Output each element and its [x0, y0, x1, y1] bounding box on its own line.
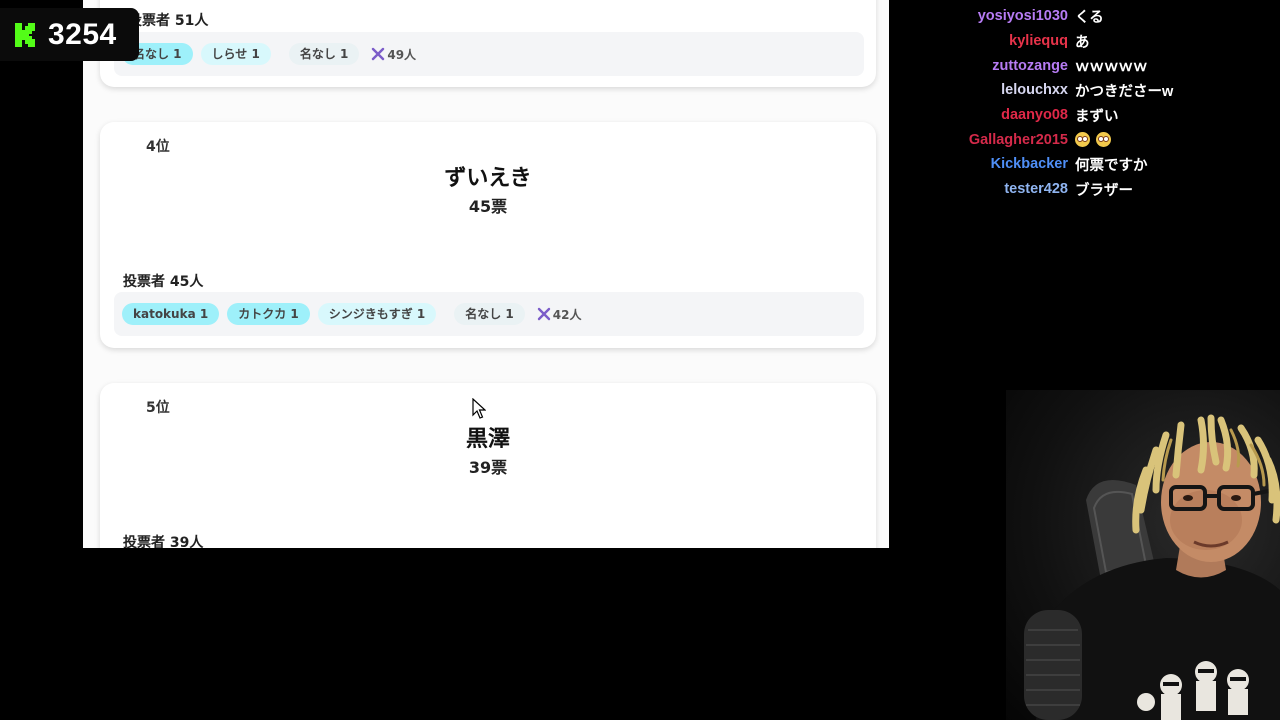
viewer-count: 3254 [48, 17, 117, 51]
chat-message: yosiyosi1030 くる [930, 4, 1260, 29]
more-voters[interactable]: 49人 [371, 46, 416, 63]
kick-logo-icon [15, 22, 35, 47]
chat-message: tester428 ブラザー [930, 177, 1260, 202]
more-voters-count: 49人 [387, 47, 417, 62]
more-voters-count: 42人 [552, 307, 582, 322]
candidate-name: ずいえき [444, 166, 532, 191]
chat-text: 何票ですか [1075, 157, 1148, 174]
vote-count: 39票 [468, 458, 508, 477]
chat-username[interactable]: zuttozange [930, 58, 1075, 74]
voter-tag[interactable]: 名なし 1 [454, 303, 525, 325]
voter-count: 投票者 51人 [128, 13, 209, 29]
chat-message: daanyo08 まずい [930, 103, 1260, 128]
chat-emotes [1075, 132, 1117, 148]
ranking-card-4: 4位 ずいえき 45票 投票者 45人 katokuka 1 カトクカ 1 シン… [100, 122, 876, 348]
rank-label: 4位 [146, 139, 170, 155]
chat-message: kyliequq あ [930, 29, 1260, 54]
flushed-face-emote-icon [1075, 132, 1090, 148]
chat-username[interactable]: Gallagher2015 [930, 132, 1075, 148]
chat-text: まずい [1075, 108, 1119, 125]
candidate-name: 黒澤 [465, 427, 510, 452]
chat-username[interactable]: lelouchxx [930, 82, 1075, 98]
chat-text: かつきださーw [1075, 83, 1174, 100]
chat-username[interactable]: Kickbacker [930, 156, 1075, 172]
chat-username[interactable]: tester428 [930, 181, 1075, 197]
chat-message: Gallagher2015 [930, 127, 1260, 152]
voter-tag[interactable]: しらせ 1 [200, 43, 271, 65]
mouse-cursor-icon [472, 398, 486, 419]
flushed-face-emote-icon [1096, 132, 1111, 148]
captured-browser-page: 投票者 51人 名なし 1 しらせ 1 名なし 1 49人 4位 ずいえき 45… [83, 0, 889, 548]
viewer-count-badge: 3254 [0, 8, 139, 61]
vote-count: 45票 [468, 197, 508, 216]
ranking-card-5: 5位 黒澤 39票 投票者 39人 [100, 383, 876, 548]
chat-text: ブラザー [1075, 182, 1133, 199]
ranking-card-3: 投票者 51人 名なし 1 しらせ 1 名なし 1 49人 [100, 0, 876, 87]
chat-message: Kickbacker 何票ですか [930, 152, 1260, 177]
chat-username[interactable]: daanyo08 [930, 107, 1075, 123]
voter-list: katokuka 1 カトクカ 1 シンジきもすぎ 1 名なし 1 42人 [114, 292, 864, 336]
webcam-feed [1006, 390, 1280, 720]
chat-text: ｗｗｗｗｗ [1075, 59, 1148, 76]
voter-count: 投票者 45人 [123, 274, 204, 290]
voter-tag[interactable]: カトクカ 1 [227, 303, 310, 325]
voter-tag[interactable]: katokuka 1 [122, 303, 220, 325]
close-x-icon [372, 47, 385, 61]
close-x-icon [537, 307, 550, 321]
chat-message: zuttozange ｗｗｗｗｗ [930, 53, 1260, 78]
voter-tag[interactable]: シンジきもすぎ 1 [317, 303, 437, 325]
voter-count: 投票者 39人 [123, 535, 204, 548]
chat-overlay: yosiyosi1030 くる kyliequq あ zuttozange ｗｗ… [930, 4, 1260, 202]
voter-list: 名なし 1 しらせ 1 名なし 1 49人 [114, 32, 864, 76]
voter-tag[interactable]: 名なし 1 [288, 43, 360, 65]
chat-username[interactable]: kyliequq [930, 33, 1075, 49]
more-voters[interactable]: 42人 [537, 306, 582, 323]
chat-text: あ [1075, 34, 1090, 51]
chat-username[interactable]: yosiyosi1030 [930, 8, 1075, 24]
chat-message: lelouchxx かつきださーw [930, 78, 1260, 103]
rank-label: 5位 [146, 400, 170, 416]
streamer-webcam-image [1024, 414, 1280, 720]
chat-text: くる [1075, 9, 1104, 26]
